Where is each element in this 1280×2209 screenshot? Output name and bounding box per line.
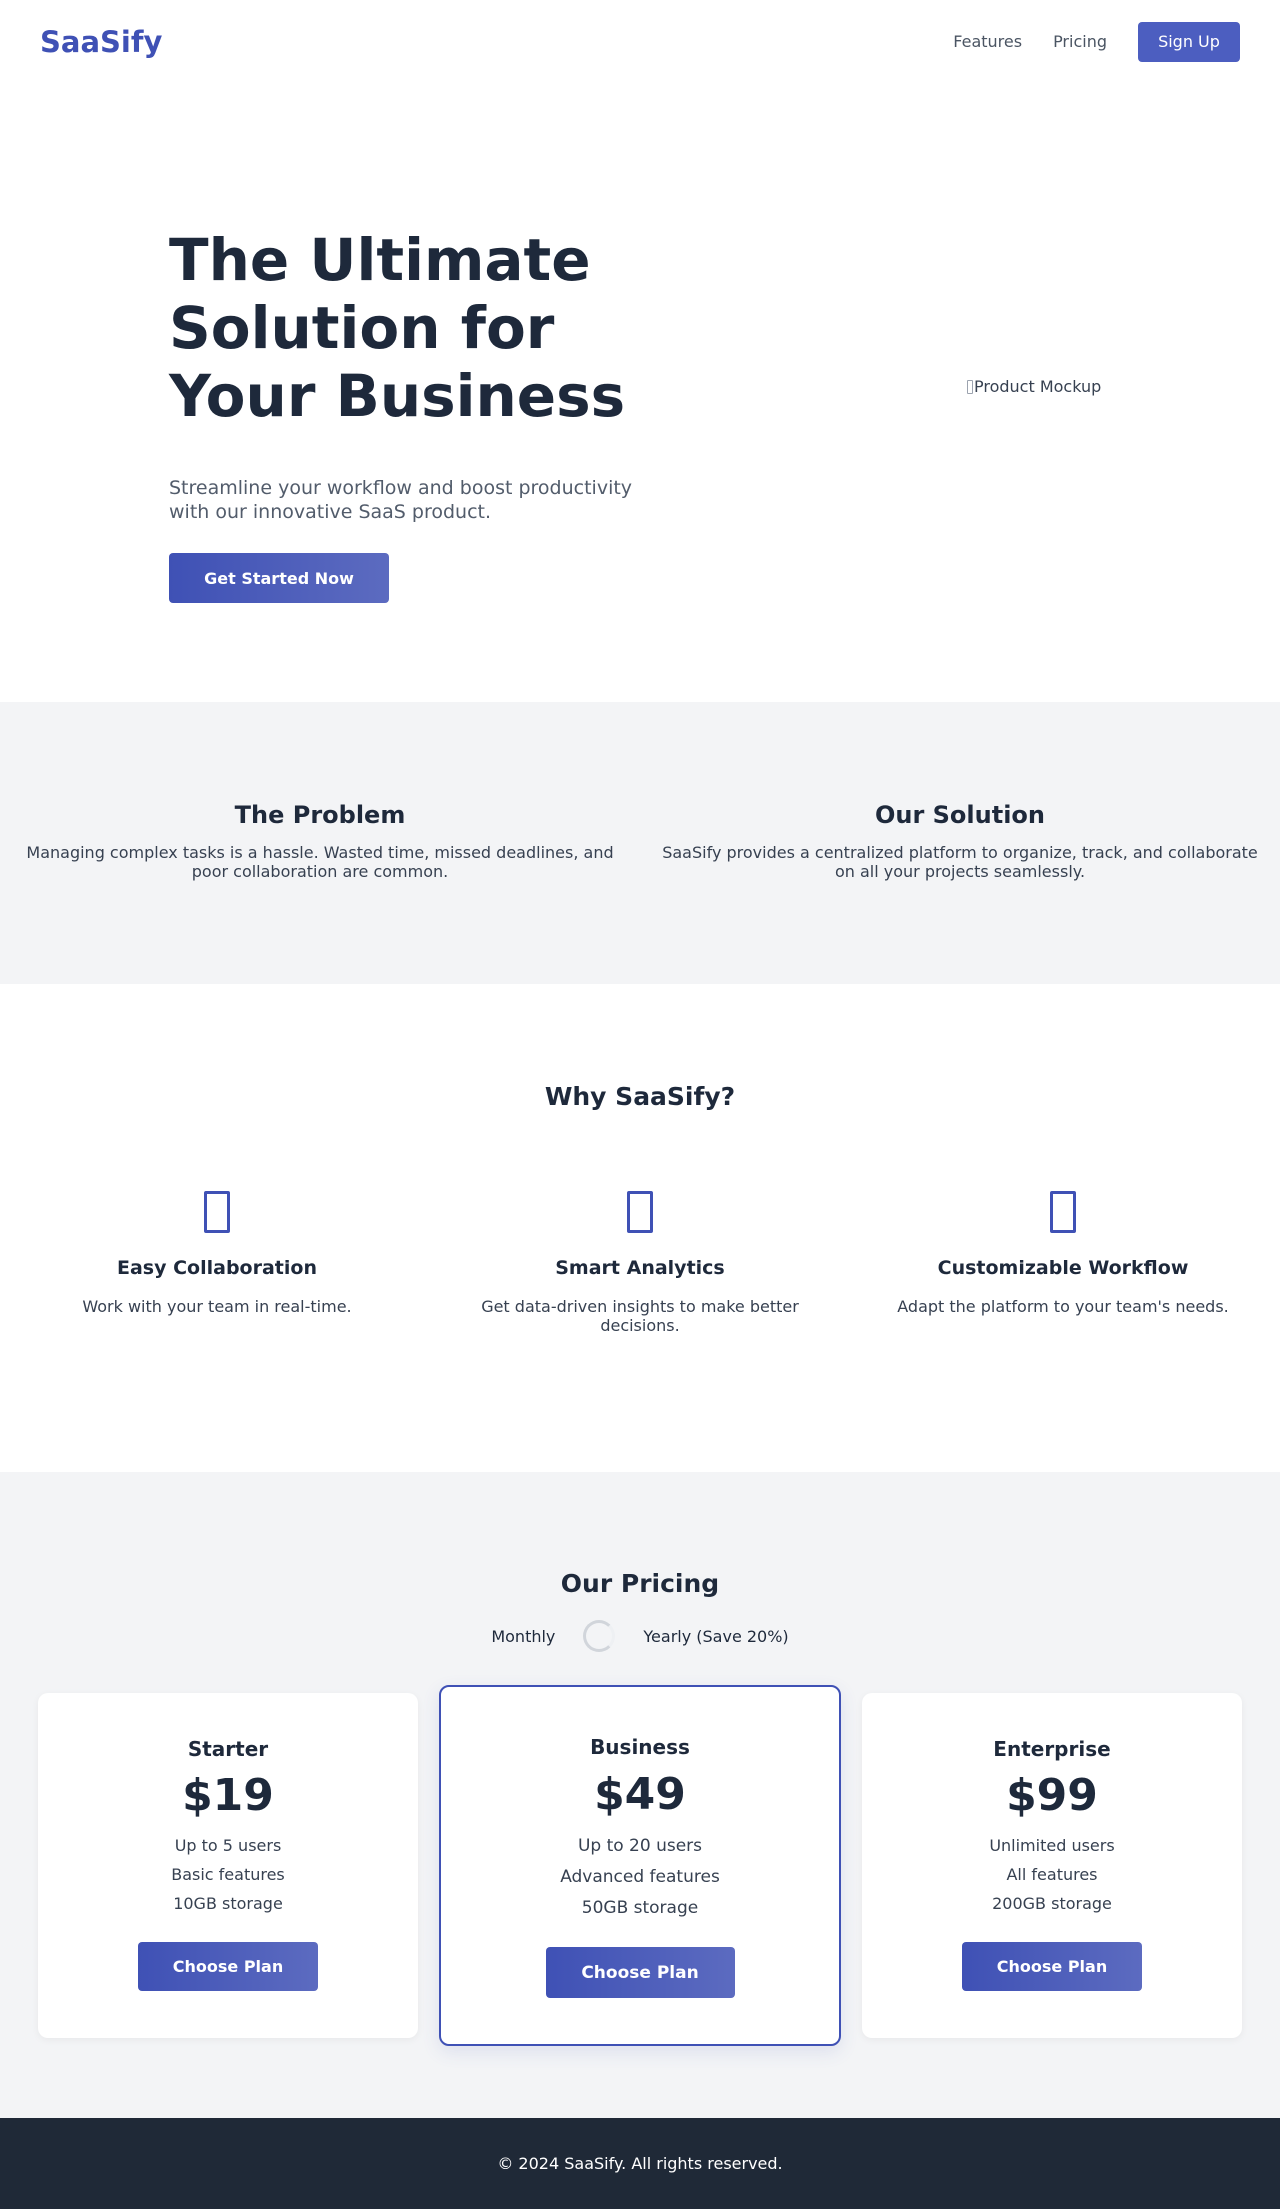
plan-feature: 200GB storage	[992, 1894, 1112, 1913]
pricing-section: Our Pricing Monthly Yearly (Save 20%) St…	[0, 1472, 1280, 2118]
choose-plan-button-starter[interactable]: Choose Plan	[138, 1942, 318, 1991]
plan-price: $49	[594, 1769, 686, 1820]
plan-name: Starter	[187, 1737, 269, 1761]
site-footer: © 2024 SaaSify. All rights reserved.	[0, 2118, 1280, 2209]
plan-feature: Advanced features	[560, 1867, 720, 1887]
plan-feature: 10GB storage	[173, 1894, 283, 1913]
solution-title: Our Solution	[874, 801, 1046, 829]
hero-subtitle: Streamline your workflow and boost produ…	[169, 477, 633, 523]
feature-card: Easy Collaboration Work with your team i…	[27, 1191, 407, 1316]
problem-title: The Problem	[234, 801, 406, 829]
nav-link-features[interactable]: Features	[953, 32, 1022, 51]
solution-block: Our Solution SaaSify provides a centrali…	[660, 801, 1260, 881]
plan-feature: Up to 20 users	[577, 1836, 703, 1856]
pricing-title: Our Pricing	[560, 1569, 720, 1598]
plan-feature: All features	[1006, 1865, 1098, 1884]
plan-feature: 50GB storage	[581, 1898, 699, 1918]
nav-link-pricing[interactable]: Pricing	[1053, 32, 1107, 51]
pricing-card-business: Business $49 Up to 20 users Advanced fea…	[439, 1685, 841, 2046]
problem-text: Managing complex tasks is a hassle. Wast…	[26, 843, 614, 881]
choose-plan-button-enterprise[interactable]: Choose Plan	[962, 1942, 1142, 1991]
site-header: SaaSify Features Pricing Sign Up	[0, 0, 1280, 83]
feature-card: Customizable Workflow Adapt the platform…	[873, 1191, 1253, 1316]
plan-name: Enterprise	[993, 1737, 1111, 1761]
billing-toggle: Monthly Yearly (Save 20%)	[0, 1620, 1280, 1652]
hero-section: The Ultimate Solution for Your Business …	[0, 83, 1280, 702]
feature-title: Smart Analytics	[555, 1257, 725, 1279]
copyright-text: © 2024 SaaSify. All rights reserved.	[497, 2154, 783, 2173]
plan-feature: Up to 5 users	[174, 1836, 282, 1855]
pricing-card-starter: Starter $19 Up to 5 users Basic features…	[38, 1693, 418, 2038]
sign-up-button[interactable]: Sign Up	[1138, 21, 1240, 62]
product-mockup-alt-text: Product Mockup	[974, 377, 1102, 396]
feature-text: Work with your team in real-time.	[82, 1297, 352, 1316]
features-title: Why SaaSify?	[544, 1082, 736, 1111]
choose-plan-button-business[interactable]: Choose Plan	[545, 1947, 735, 1998]
main-nav: Features Pricing Sign Up	[953, 21, 1240, 62]
broken-image-icon	[967, 379, 973, 394]
plan-feature: Basic features	[171, 1865, 285, 1884]
analytics-icon	[627, 1191, 653, 1233]
feature-title: Customizable Workflow	[937, 1257, 1189, 1279]
product-mockup-image: Product Mockup	[967, 377, 1101, 396]
workflow-icon	[1050, 1191, 1076, 1233]
plan-name: Business	[590, 1735, 690, 1759]
get-started-button[interactable]: Get Started Now	[169, 553, 389, 603]
pricing-card-enterprise: Enterprise $99 Unlimited users All featu…	[862, 1693, 1242, 2038]
yearly-label: Yearly (Save 20%)	[643, 1626, 789, 1646]
feature-card: Smart Analytics Get data-driven insights…	[450, 1191, 830, 1335]
feature-text: Get data-driven insights to make better …	[481, 1297, 799, 1335]
plan-price: $19	[182, 1770, 274, 1821]
billing-toggle-switch[interactable]	[583, 1620, 616, 1652]
hero-title: The Ultimate Solution for Your Business	[169, 226, 626, 430]
feature-text: Adapt the platform to your team's needs.	[897, 1297, 1229, 1316]
plan-price: $99	[1006, 1770, 1098, 1821]
feature-title: Easy Collaboration	[117, 1257, 317, 1279]
problem-block: The Problem Managing complex tasks is a …	[20, 801, 620, 881]
collaboration-icon	[204, 1191, 230, 1233]
features-section: Why SaaSify? Easy Collaboration Work wit…	[0, 984, 1280, 1472]
solution-text: SaaSify provides a centralized platform …	[662, 843, 1258, 881]
plan-feature: Unlimited users	[989, 1836, 1115, 1855]
monthly-label: Monthly	[491, 1626, 556, 1646]
problem-solution-section: The Problem Managing complex tasks is a …	[0, 702, 1280, 984]
logo[interactable]: SaaSify	[40, 25, 162, 59]
